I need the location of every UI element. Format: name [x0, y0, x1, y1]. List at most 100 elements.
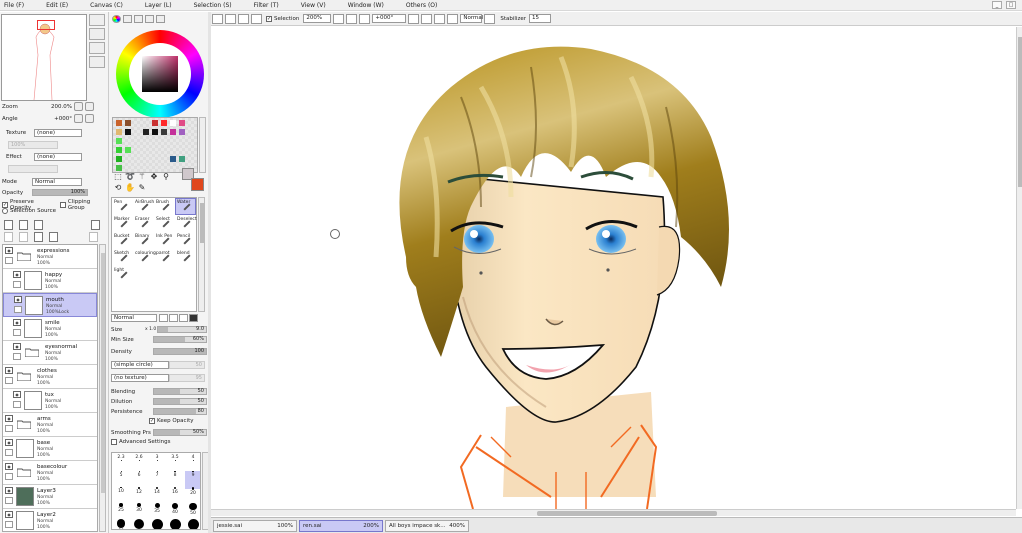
copy-layer-icon[interactable] — [4, 232, 13, 242]
eye-icon[interactable]: ◉ — [5, 511, 13, 518]
color-swatch[interactable] — [170, 129, 176, 135]
layer-row[interactable]: ◉ base Normal 100% — [3, 437, 97, 461]
minimize-icon[interactable]: _ — [992, 1, 1002, 9]
document-tab[interactable]: ren.sai 200% — [299, 519, 383, 532]
menu-view[interactable]: View (V) — [301, 2, 326, 9]
tool-parrot[interactable]: parrot — [154, 249, 175, 266]
zoom-select[interactable]: 200% — [303, 14, 332, 23]
swatch-scrollbar[interactable] — [199, 117, 206, 173]
layer-row[interactable]: ◉ Layer2 Normal 100% — [3, 509, 97, 531]
color-swatch[interactable] — [170, 120, 176, 126]
lasso-icon[interactable]: ➰ — [125, 172, 135, 181]
tool-colouring[interactable]: colouring — [133, 249, 156, 266]
color-wheel[interactable] — [116, 30, 204, 118]
drawing-canvas[interactable] — [211, 27, 1016, 509]
layer-row[interactable]: ◉ tux Normal 100% — [3, 389, 97, 413]
size-slider[interactable]: 9.0 — [157, 326, 207, 333]
brush-size-option[interactable]: 100 — [167, 519, 183, 529]
selection-source-radio[interactable] — [2, 208, 8, 214]
color-swatch[interactable] — [125, 147, 131, 153]
min-size-slider[interactable]: 60% — [153, 336, 207, 343]
color-swatch[interactable] — [143, 129, 149, 135]
lock-icon[interactable] — [13, 329, 21, 336]
eye-icon[interactable]: ◉ — [5, 247, 13, 254]
lock-icon[interactable] — [13, 353, 21, 360]
stabilizer-select[interactable]: 15 — [529, 14, 551, 23]
tool-blend[interactable]: blend — [175, 249, 196, 266]
color-swatch[interactable] — [125, 120, 131, 126]
layer-row[interactable]: ◉ mouth Normal 100%Lock — [3, 293, 97, 317]
navigator-preview[interactable] — [1, 14, 87, 101]
rgb-slider-icon[interactable] — [123, 15, 132, 23]
zoom-in-button[interactable] — [85, 102, 94, 111]
layer-properties-icon[interactable] — [91, 220, 100, 230]
tool-airbrush[interactable]: AirBrush — [133, 198, 154, 215]
eye-icon[interactable]: ◉ — [5, 367, 13, 374]
lock-icon[interactable] — [5, 521, 13, 528]
tool-water[interactable]: Water — [175, 198, 196, 215]
document-tab[interactable]: jessie.sai 100% — [213, 519, 297, 532]
advanced-settings-checkbox[interactable] — [111, 439, 117, 445]
menu-file[interactable]: File (F) — [4, 2, 24, 9]
canvas-vertical-scrollbar[interactable] — [1016, 27, 1022, 509]
tool-ink-pen[interactable]: Ink Pen — [154, 232, 175, 249]
merge-layer-icon[interactable] — [89, 232, 98, 242]
edge-softest-icon[interactable] — [189, 314, 198, 322]
color-swatch[interactable] — [125, 129, 131, 135]
rotate-icon[interactable]: ⟲ — [113, 183, 123, 192]
layer-row[interactable]: ◉ basecolour Normal 100% — [3, 461, 97, 485]
menu-layer[interactable]: Layer (L) — [145, 2, 172, 9]
color-swatches[interactable] — [112, 117, 198, 173]
brush-size-option[interactable]: 80 — [149, 519, 165, 529]
eyedropper-icon[interactable]: ✎ — [137, 183, 147, 192]
tool-binary[interactable]: Binary — [133, 232, 154, 249]
nav-btn[interactable] — [89, 42, 105, 54]
navigator-viewport[interactable] — [37, 20, 55, 30]
eye-icon[interactable]: ◉ — [5, 415, 13, 422]
eye-icon[interactable]: ◉ — [13, 343, 21, 350]
eye-icon[interactable]: ◉ — [13, 319, 21, 326]
color-swatch[interactable] — [116, 120, 122, 126]
menu-others[interactable]: Others (O) — [406, 2, 437, 9]
palette-icon[interactable] — [145, 15, 154, 23]
lock-icon[interactable] — [5, 497, 13, 504]
color-swatch[interactable] — [116, 147, 122, 153]
eye-icon[interactable]: ◉ — [5, 463, 13, 470]
trash-icon[interactable] — [49, 232, 58, 242]
tool-light[interactable]: light — [112, 266, 133, 283]
lock-icon[interactable] — [5, 425, 13, 432]
color-swatch[interactable] — [161, 129, 167, 135]
smoothing-slider[interactable]: 50% — [153, 429, 207, 436]
color-swatch[interactable] — [170, 156, 176, 162]
tool-brush[interactable]: Brush — [154, 198, 175, 215]
rotate-left-button[interactable] — [74, 114, 83, 123]
apply-mask-icon[interactable] — [34, 232, 43, 242]
blending-slider[interactable]: 50 — [153, 388, 207, 395]
brush-texture-select[interactable]: (no texture) — [111, 374, 169, 382]
zoom-in-icon[interactable] — [346, 13, 358, 24]
hsv-slider-icon[interactable] — [134, 15, 143, 23]
scratchpad-icon[interactable] — [156, 15, 165, 23]
rotate-reset-icon[interactable] — [434, 13, 446, 24]
background-color[interactable] — [191, 178, 204, 191]
tool-scrollbar[interactable] — [198, 197, 205, 312]
hand-icon[interactable]: ✋ — [125, 183, 135, 192]
tool-eraser[interactable]: Eraser — [133, 215, 154, 232]
dilution-slider[interactable]: 50 — [153, 398, 207, 405]
zoom-reset-icon[interactable] — [359, 13, 371, 24]
color-swatch[interactable] — [179, 120, 185, 126]
nav-btn[interactable] — [89, 28, 105, 40]
new-linework-layer-icon[interactable] — [19, 220, 28, 230]
layer-row[interactable]: ◉ smile Normal 100% — [3, 317, 97, 341]
flip-horizontal-icon[interactable] — [447, 13, 459, 24]
menu-selection[interactable]: Selection (S) — [194, 2, 232, 9]
tool-sketch[interactable]: Sketch — [112, 249, 133, 266]
canvas-horizontal-scrollbar[interactable] — [211, 509, 1016, 516]
zoom-icon[interactable]: ⚲ — [161, 172, 171, 181]
lock-icon[interactable] — [5, 257, 13, 264]
lock-icon[interactable] — [13, 281, 21, 288]
eye-icon[interactable]: ◉ — [5, 487, 13, 494]
tool-pencil[interactable]: Pencil — [175, 232, 196, 249]
nav-btn[interactable] — [89, 56, 105, 68]
layer-row[interactable]: ◉ happy Normal 100% — [3, 269, 97, 293]
